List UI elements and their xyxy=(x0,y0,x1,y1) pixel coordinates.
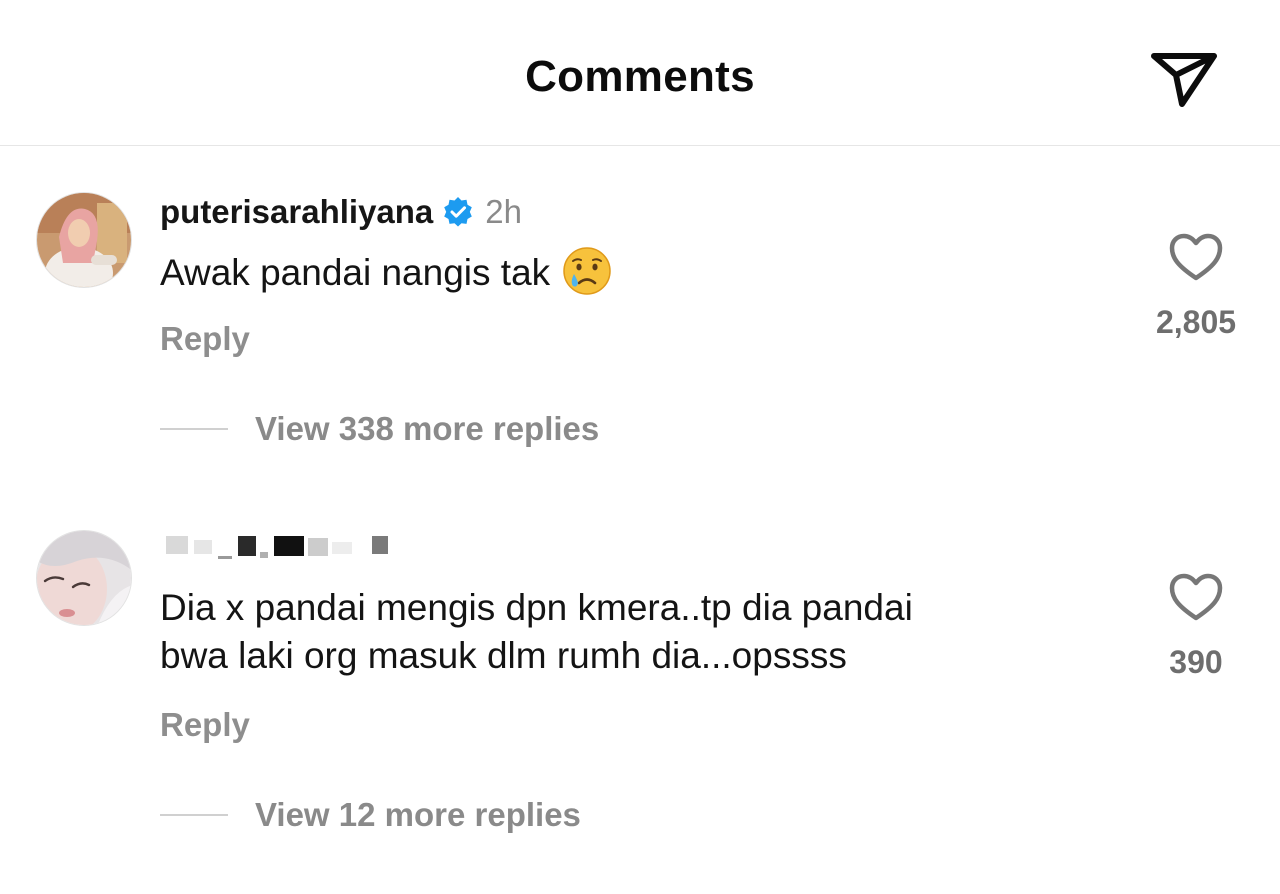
avatar[interactable] xyxy=(36,192,132,288)
view-more-replies-button[interactable]: View 12 more replies xyxy=(160,796,581,834)
like-count: 390 xyxy=(1169,644,1223,680)
view-more-replies-button[interactable]: View 338 more replies xyxy=(160,410,599,448)
crying-face-emoji xyxy=(562,246,612,296)
verified-badge-icon xyxy=(443,197,473,227)
username[interactable]: puterisarahliyana xyxy=(160,193,433,231)
comments-header: Comments xyxy=(0,0,1280,146)
comment-text: Dia x pandai mengis dpn kmera..tp dia pa… xyxy=(160,584,1100,680)
page-title: Comments xyxy=(525,52,755,101)
avatar-photo xyxy=(37,193,131,287)
replies-divider xyxy=(160,814,228,816)
reply-button[interactable]: Reply xyxy=(160,706,250,744)
avatar-photo xyxy=(37,531,131,625)
heart-icon[interactable] xyxy=(1168,232,1224,284)
timestamp: 2h xyxy=(485,193,522,230)
avatar[interactable] xyxy=(36,530,132,626)
comment-text-line: bwa laki org masuk dlm rumh dia...opssss xyxy=(160,635,847,676)
view-replies-label: View 338 more replies xyxy=(255,410,600,447)
comment-header: puterisarahliyana 2h xyxy=(160,192,522,232)
comment-text: Awak pandai nangis tak xyxy=(160,246,1100,297)
reply-button[interactable]: Reply xyxy=(160,320,250,358)
view-replies-label: View 12 more replies xyxy=(255,796,581,833)
paper-plane-icon[interactable] xyxy=(1148,46,1220,110)
heart-icon[interactable] xyxy=(1168,572,1224,624)
comment-text-line: Dia x pandai mengis dpn kmera..tp dia pa… xyxy=(160,587,913,628)
like-count: 2,805 xyxy=(1155,304,1237,340)
comment-text-content: Awak pandai nangis tak xyxy=(160,252,551,293)
replies-divider xyxy=(160,428,228,430)
blurred-username xyxy=(160,530,400,562)
